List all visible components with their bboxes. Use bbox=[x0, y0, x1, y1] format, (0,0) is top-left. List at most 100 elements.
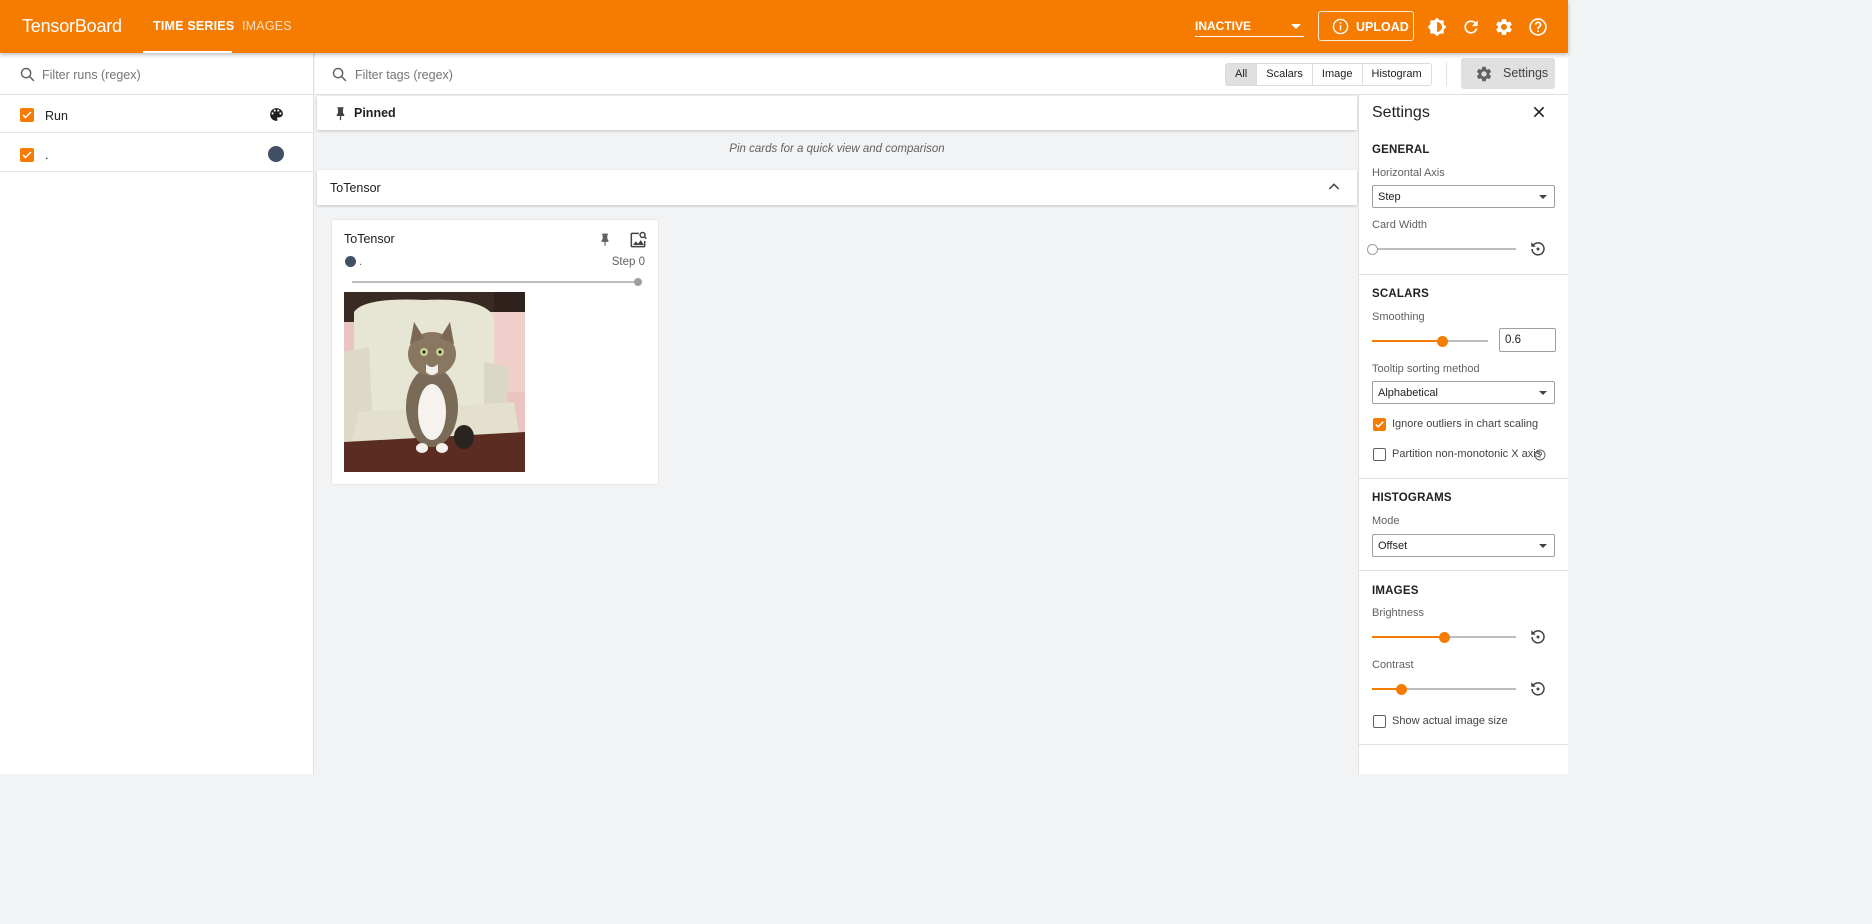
slider-fill bbox=[1372, 636, 1444, 638]
reset-icon[interactable] bbox=[1529, 628, 1547, 646]
contrast-slider[interactable] bbox=[1372, 682, 1516, 696]
step-slider-track[interactable] bbox=[352, 281, 638, 283]
chevron-down-icon bbox=[1539, 544, 1547, 548]
refresh-icon[interactable] bbox=[1461, 17, 1481, 37]
actual-size-checkbox[interactable] bbox=[1373, 715, 1386, 728]
help-icon[interactable] bbox=[1534, 449, 1546, 461]
settings-button-label: Settings bbox=[1503, 66, 1549, 80]
gear-icon[interactable] bbox=[1494, 17, 1514, 37]
slider-track bbox=[1372, 248, 1516, 250]
main-toolbar: Filter tags (regex) All Scalars Image Hi… bbox=[315, 53, 1568, 95]
select-all-runs-checkbox[interactable] bbox=[20, 108, 34, 122]
pin-icon bbox=[336, 107, 345, 121]
smoothing-slider[interactable] bbox=[1372, 334, 1488, 348]
palette-icon[interactable] bbox=[268, 106, 285, 123]
pin-icon[interactable] bbox=[598, 232, 612, 247]
smoothing-label: Smoothing bbox=[1372, 311, 1425, 323]
reset-icon[interactable] bbox=[1529, 240, 1547, 258]
run-color-swatch[interactable] bbox=[268, 146, 284, 162]
tooltip-sort-value: Alphabetical bbox=[1378, 387, 1438, 399]
run-label: . bbox=[45, 148, 49, 162]
general-section-title: GENERAL bbox=[1372, 144, 1430, 156]
chevron-down-icon bbox=[1291, 24, 1301, 29]
card-width-slider[interactable] bbox=[1367, 242, 1516, 256]
upload-button[interactable]: UPLOAD bbox=[1318, 11, 1414, 41]
brand-title[interactable]: TensorBoard bbox=[22, 16, 122, 37]
chevron-down-icon bbox=[1539, 195, 1547, 199]
run-checkbox[interactable] bbox=[20, 148, 34, 162]
runs-header-label: Run bbox=[45, 109, 68, 123]
section-divider bbox=[1359, 274, 1568, 275]
pinned-label: Pinned bbox=[354, 106, 396, 120]
image-zoom-icon[interactable] bbox=[628, 230, 648, 250]
runs-panel: Filter runs (regex) Run . bbox=[0, 53, 314, 774]
smoothing-value: 0.6 bbox=[1505, 334, 1521, 346]
gear-icon bbox=[1476, 66, 1492, 82]
search-icon bbox=[332, 67, 347, 82]
tab-time-series[interactable]: TIME SERIES bbox=[153, 19, 234, 33]
card-step-label: Step 0 bbox=[611, 256, 645, 268]
reload-status-select[interactable]: INACTIVE bbox=[1195, 17, 1304, 37]
actual-size-label: Show actual image size bbox=[1392, 715, 1508, 727]
tooltip-sort-select[interactable]: Alphabetical bbox=[1372, 381, 1555, 404]
slider-knob[interactable] bbox=[1396, 684, 1407, 695]
histogram-mode-select[interactable]: Offset bbox=[1372, 534, 1555, 557]
step-slider-thumb[interactable] bbox=[634, 278, 642, 286]
settings-toggle-button[interactable]: Settings bbox=[1461, 58, 1555, 89]
type-filter-scalars[interactable]: Scalars bbox=[1257, 64, 1313, 85]
cat-image bbox=[344, 292, 525, 472]
runs-filter-input[interactable]: Filter runs (regex) bbox=[42, 68, 141, 82]
top-bar: TensorBoard TIME SERIES IMAGES INACTIVE … bbox=[0, 0, 1568, 53]
type-filter-image[interactable]: Image bbox=[1313, 64, 1363, 85]
slider-knob[interactable] bbox=[1367, 244, 1378, 255]
slider-knob[interactable] bbox=[1439, 632, 1450, 643]
slider-fill bbox=[1372, 340, 1442, 342]
pinned-group-header: Pinned bbox=[317, 96, 1357, 130]
reset-icon[interactable] bbox=[1529, 680, 1547, 698]
chevron-down-icon bbox=[1539, 391, 1547, 395]
histograms-section-title: HISTOGRAMS bbox=[1372, 492, 1452, 504]
tags-filter-input[interactable]: Filter tags (regex) bbox=[355, 68, 453, 82]
active-tab-indicator bbox=[143, 51, 232, 53]
horizontal-axis-select[interactable]: Step bbox=[1372, 185, 1555, 208]
tooltip-sort-label: Tooltip sorting method bbox=[1372, 363, 1480, 375]
horizontal-axis-value: Step bbox=[1378, 191, 1401, 203]
runs-filter[interactable]: Filter runs (regex) bbox=[0, 53, 314, 95]
histogram-mode-value: Offset bbox=[1378, 540, 1408, 552]
type-filter-all[interactable]: All bbox=[1226, 64, 1258, 85]
brightness-slider[interactable] bbox=[1372, 630, 1516, 644]
chevron-up-icon[interactable] bbox=[1326, 179, 1342, 195]
smoothing-input[interactable]: 0.6 bbox=[1499, 328, 1556, 352]
close-icon[interactable] bbox=[1531, 104, 1547, 120]
section-divider bbox=[1359, 478, 1568, 479]
theme-toggle-icon[interactable] bbox=[1427, 17, 1447, 37]
group-label: ToTensor bbox=[330, 181, 381, 195]
settings-title: Settings bbox=[1372, 104, 1430, 121]
settings-panel: Settings GENERAL Horizontal Axis Step Ca… bbox=[1358, 95, 1568, 774]
reload-status-value: INACTIVE bbox=[1195, 19, 1252, 33]
card-run-label: . bbox=[359, 256, 363, 268]
card-title: ToTensor bbox=[344, 232, 395, 246]
type-filter-histogram[interactable]: Histogram bbox=[1363, 64, 1431, 85]
toolbar-divider bbox=[1446, 62, 1447, 86]
run-row[interactable]: . bbox=[0, 136, 314, 172]
partition-label: Partition non-monotonic X axis bbox=[1392, 448, 1542, 460]
tab-images[interactable]: IMAGES bbox=[242, 19, 292, 33]
run-color-dot bbox=[345, 256, 356, 267]
check-icon bbox=[1375, 421, 1384, 428]
slider-knob[interactable] bbox=[1437, 336, 1448, 347]
info-icon bbox=[1332, 18, 1349, 35]
pinned-empty-hint: Pin cards for a quick view and compariso… bbox=[729, 143, 945, 155]
upload-label: UPLOAD bbox=[1356, 20, 1409, 34]
horizontal-axis-label: Horizontal Axis bbox=[1372, 167, 1445, 179]
help-icon[interactable] bbox=[1528, 17, 1548, 37]
section-divider bbox=[1359, 570, 1568, 571]
runs-header-row: Run bbox=[0, 97, 314, 133]
plugin-type-filter: All Scalars Image Histogram bbox=[1225, 63, 1432, 86]
card-width-label: Card Width bbox=[1372, 219, 1428, 231]
scalars-section-title: SCALARS bbox=[1372, 288, 1429, 300]
partition-checkbox[interactable] bbox=[1373, 448, 1386, 461]
ignore-outliers-checkbox[interactable] bbox=[1373, 418, 1386, 431]
ignore-outliers-label: Ignore outliers in chart scaling bbox=[1392, 418, 1539, 430]
card-group-header[interactable]: ToTensor bbox=[317, 170, 1357, 205]
